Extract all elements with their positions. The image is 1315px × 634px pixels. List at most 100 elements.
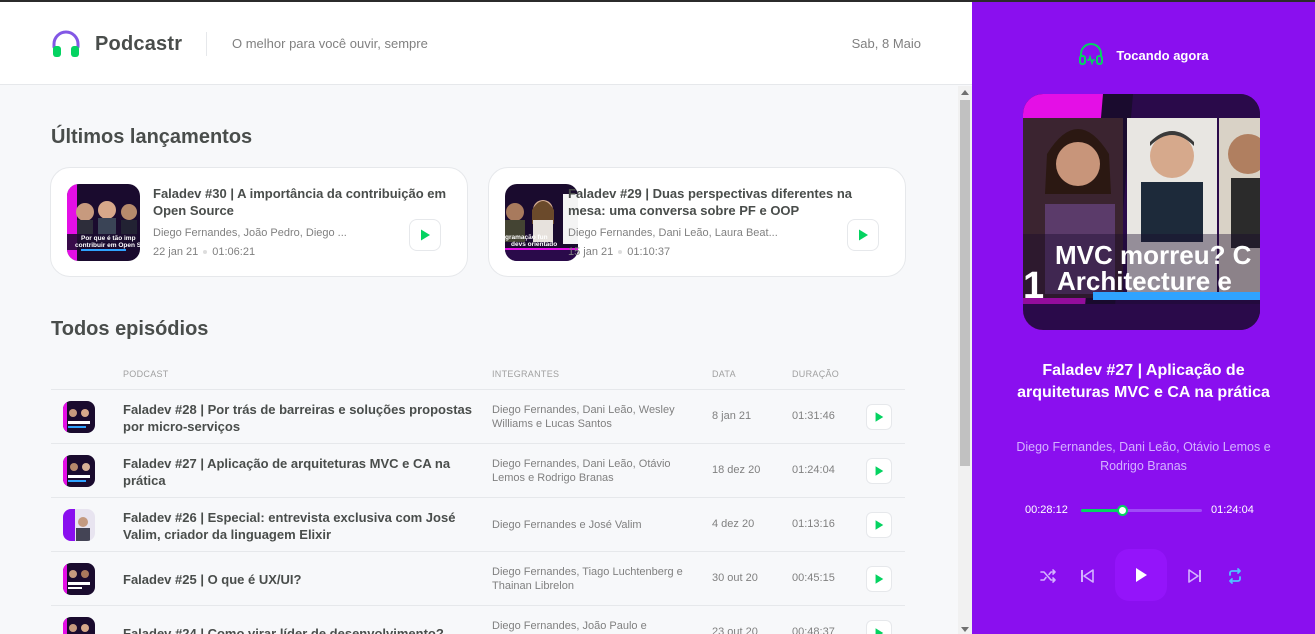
window-top-border [0,0,1315,2]
latest-episode-card[interactable]: Por que é tão imp contribuir em Open S F… [50,167,468,277]
repeat-button[interactable] [1224,565,1246,587]
episode-members: Diego Fernandes e José Valim [492,519,642,531]
table-row[interactable]: Faladev #27 | Aplicação de arquiteturas … [51,444,905,498]
play-button[interactable] [409,219,441,251]
meta-separator [618,250,623,255]
current-time: 00:28:12 [1025,504,1068,516]
progress-track[interactable] [1081,505,1202,516]
episode-duration: 01:06:21 [212,246,256,258]
episode-title[interactable]: Faladev #24 | Como virar líder de desenv… [123,625,473,634]
play-icon [1136,568,1147,582]
episode-date: 18 dez 20 [712,464,761,476]
cover-number: 1 [1023,265,1044,307]
repeat-icon [1229,568,1241,584]
previous-icon [1081,569,1094,583]
play-icon [875,628,884,634]
app-name: Podcastr [95,32,183,55]
episode-title[interactable]: Faladev #29 | Duas perspectivas diferent… [568,185,868,219]
column-members: INTEGRANTES [492,369,560,379]
shuffle-icon [1040,569,1056,583]
progress-bar[interactable]: 00:28:12 01:24:04 [972,502,1315,518]
episodes-table: PODCAST INTEGRANTES DATA DURAÇÃO Faladev… [51,356,905,634]
header: Podcastr O melhor para você ouvir, sempr… [0,2,972,85]
table-row[interactable]: Faladev #26 | Especial: entrevista exclu… [51,498,905,552]
play-button[interactable] [847,219,879,251]
player-episode-members: Diego Fernandes, Dani Leão, Otávio Lemos… [1016,440,1271,473]
next-button[interactable] [1184,565,1206,587]
column-duration: DURAÇÃO [792,369,840,379]
episode-date: 23 out 20 [712,626,758,634]
tagline: O melhor para você ouvir, sempre [232,36,428,51]
play-button[interactable] [866,512,892,538]
svg-text:contribuir em Open S: contribuir em Open S [75,242,140,249]
play-icon [875,466,884,476]
shuffle-button[interactable] [1037,565,1059,587]
scroll-up-icon[interactable] [961,90,969,95]
scrollbar[interactable] [958,86,972,634]
episode-thumbnail [63,401,95,433]
column-date: DATA [712,369,736,379]
latest-heading: Últimos lançamentos [51,126,253,148]
episode-title[interactable]: Faladev #28 | Por trás de barreiras e so… [123,401,473,435]
episode-members: Diego Fernandes, Tiago Luchtenberg e Tha… [492,566,683,592]
episode-duration: 00:45:15 [792,572,835,584]
episode-duration: 00:48:37 [792,626,835,634]
episode-title[interactable]: Faladev #27 | Aplicação de arquiteturas … [123,455,473,489]
all-episodes-heading: Todos episódios [51,318,209,340]
episode-date: 8 jan 21 [712,410,752,422]
header-divider [206,32,207,56]
meta-separator [203,250,208,255]
svg-text:Por que é tão imp: Por que é tão imp [81,235,136,242]
episode-date: 30 out 20 [712,572,758,584]
episode-duration: 01:13:16 [792,518,835,530]
svg-text:ogramação fun: ogramação fun [505,234,548,241]
episode-thumbnail [63,509,95,541]
content-scroll-area[interactable]: Últimos lançamentos Por que é tão imp co… [0,86,958,634]
table-row[interactable]: Faladev #25 | O que é UX/UI? Diego Ferna… [51,552,905,606]
player-panel: Tocando agora MVC morreu? C Architecture… [972,2,1315,634]
play-pause-button[interactable] [1115,549,1167,601]
latest-episode-card[interactable]: ogramação fun devs orientado Faladev #29… [488,167,906,277]
episode-title[interactable]: Faladev #25 | O que é UX/UI? [123,571,473,588]
episode-members: Diego Fernandes, João Pedro, Diego ... [153,227,347,239]
episode-title[interactable]: Faladev #26 | Especial: entrevista exclu… [123,509,473,543]
player-heading: Tocando agora [1116,47,1209,63]
player-controls [972,549,1315,601]
main-area: Podcastr O melhor para você ouvir, sempr… [0,0,972,634]
headphones-icon [52,30,80,57]
cover-text-line2: Architecture e [1057,266,1232,296]
play-button[interactable] [866,566,892,592]
play-button[interactable] [866,404,892,430]
episode-thumbnail [63,455,95,487]
episode-members: Diego Fernandes, Dani Leão, Laura Beat..… [568,227,778,239]
play-icon [859,229,868,241]
episode-date: 22 jan 21 [153,246,199,258]
episode-duration: 01:10:37 [627,246,671,258]
next-icon [1188,569,1201,583]
play-icon [875,574,884,584]
table-header: PODCAST INTEGRANTES DATA DURAÇÃO [51,356,905,390]
episode-members: Diego Fernandes, Dani Leão, Otávio Lemos… [492,458,671,484]
table-row[interactable]: Faladev #28 | Por trás de barreiras e so… [51,390,905,444]
current-date: Sab, 8 Maio [851,36,921,51]
previous-button[interactable] [1076,565,1098,587]
play-button[interactable] [866,620,892,634]
episode-date: 15 jan 21 [568,246,614,258]
player-episode-title: Faladev #27 | Aplicação de arquiteturas … [1017,362,1270,401]
episode-members: Diego Fernandes, João Paulo e [492,620,647,632]
play-button[interactable] [866,458,892,484]
episode-thumbnail [63,563,95,595]
scroll-down-icon[interactable] [961,627,969,632]
table-row[interactable]: Faladev #24 | Como virar líder de desenv… [51,606,905,634]
scrollbar-thumb[interactable] [960,100,970,466]
play-icon [875,412,884,422]
progress-fill [1081,509,1122,512]
episode-members: Diego Fernandes, Dani Leão, Wesley Willi… [492,404,675,430]
playing-now-icon [1079,43,1104,66]
episode-meta: 15 jan 21 01:10:37 [568,246,868,258]
episode-cover: MVC morreu? C Architecture e 1 [1023,94,1260,330]
episode-duration: 01:24:04 [792,464,835,476]
episode-title[interactable]: Faladev #30 | A importância da contribui… [153,185,453,219]
progress-handle[interactable] [1117,505,1128,516]
play-icon [421,229,430,241]
